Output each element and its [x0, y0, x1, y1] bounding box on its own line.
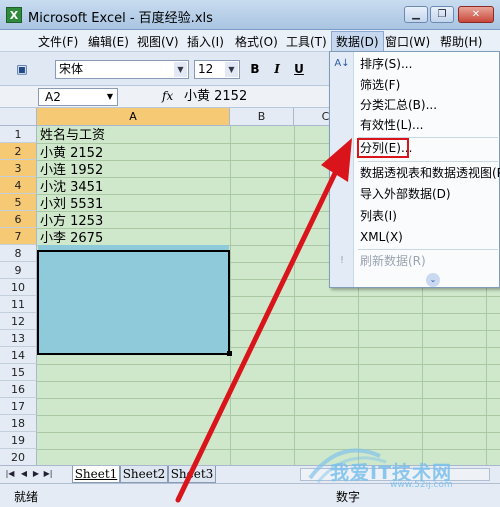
row-header[interactable]: 7 — [0, 228, 37, 245]
highlight-box — [357, 138, 409, 158]
selection-border — [37, 250, 230, 355]
cell-a6[interactable]: 小方 1253 — [40, 213, 103, 230]
menu-item-pivot-table[interactable]: 数据透视表和数据透视图(P)... — [360, 163, 500, 183]
gridline — [230, 126, 231, 465]
row-header[interactable]: 13 — [0, 330, 37, 347]
column-header-a[interactable]: A — [37, 108, 230, 126]
sheet-tab-1[interactable]: Sheet1 — [72, 466, 120, 483]
row-header[interactable]: 1 — [0, 126, 37, 143]
menu-bar: 文件(F) 编辑(E) 视图(V) 插入(I) 格式(O) 工具(T) 数据(D… — [0, 30, 500, 52]
first-sheet-icon[interactable]: |◀ — [4, 469, 16, 478]
menu-item-xml[interactable]: XML(X) — [360, 227, 403, 247]
row-header[interactable]: 10 — [0, 279, 37, 296]
double-chevron-down-icon[interactable]: ⌄ — [426, 273, 440, 287]
menu-data[interactable]: 数据(D) — [331, 31, 384, 52]
menu-separator — [358, 161, 498, 162]
gridline — [37, 432, 500, 433]
last-sheet-icon[interactable]: ▶| — [42, 469, 54, 478]
gridline — [37, 398, 500, 399]
menu-edit[interactable]: 编辑(E) — [88, 33, 129, 50]
window-title: Microsoft Excel - 百度经验.xls — [28, 11, 213, 26]
column-header-b[interactable]: B — [230, 108, 294, 126]
menu-format[interactable]: 格式(O) — [235, 33, 278, 50]
formula-input[interactable]: 小黄 2152 — [180, 88, 330, 106]
row-header[interactable]: 15 — [0, 364, 37, 381]
menu-item-list[interactable]: 列表(I) — [360, 206, 397, 226]
pivot-table-icon: ▦ — [337, 167, 347, 178]
font-size-value: 12 — [198, 62, 214, 76]
close-button[interactable]: ✕ — [458, 6, 494, 23]
fill-handle[interactable] — [227, 351, 232, 356]
sort-icon: A↓ — [334, 58, 350, 69]
cell-a5[interactable]: 小刘 5531 — [40, 196, 103, 213]
chevron-down-icon[interactable]: ▼ — [225, 62, 238, 77]
row-header[interactable]: 16 — [0, 381, 37, 398]
gridline — [37, 364, 500, 365]
menu-tools[interactable]: 工具(T) — [286, 33, 327, 50]
cell-a3[interactable]: 小连 1952 — [40, 162, 103, 179]
font-size-combo[interactable]: 12 ▼ — [194, 60, 240, 79]
font-name-combo[interactable]: 宋体 ▼ — [55, 60, 189, 79]
font-name-value: 宋体 — [59, 62, 84, 76]
row-header[interactable]: 2 — [0, 143, 37, 160]
row-header[interactable]: 9 — [0, 262, 37, 279]
underline-button[interactable]: U — [290, 61, 308, 78]
menu-item-import-external[interactable]: 导入外部数据(D) — [360, 184, 451, 204]
menu-view[interactable]: 视图(V) — [137, 33, 179, 50]
chevron-down-icon[interactable]: ▼ — [174, 62, 187, 77]
row-header[interactable]: 5 — [0, 194, 37, 211]
title-bar: X Microsoft Excel - 百度经验.xls ▁ ❐ ✕ — [0, 0, 500, 30]
gridline — [37, 415, 500, 416]
menu-item-subtotal[interactable]: 分类汇总(B)... — [360, 95, 437, 115]
row-header[interactable]: 20 — [0, 449, 37, 465]
cell-a4[interactable]: 小沈 3451 — [40, 179, 103, 196]
cell-a1[interactable]: 姓名与工资 — [40, 127, 105, 144]
save-icon[interactable]: ▣ — [14, 61, 30, 77]
menu-help[interactable]: 帮助(H) — [440, 33, 482, 50]
menu-item-filter[interactable]: 筛选(F) — [360, 75, 400, 95]
row-header[interactable]: 17 — [0, 398, 37, 415]
refresh-icon: ! — [339, 255, 344, 266]
row-header[interactable]: 4 — [0, 177, 37, 194]
menu-separator — [358, 249, 498, 250]
status-ready: 就绪 — [14, 490, 39, 504]
minimize-button[interactable]: ▁ — [404, 6, 428, 23]
bold-button[interactable]: B — [246, 61, 264, 78]
prev-sheet-icon[interactable]: ◀ — [18, 469, 30, 478]
sheet-tab-3[interactable]: Sheet3 — [168, 466, 216, 483]
menu-item-sort[interactable]: 排序(S)... — [360, 54, 412, 74]
row-header[interactable]: 18 — [0, 415, 37, 432]
row-header[interactable]: 12 — [0, 313, 37, 330]
data-menu-dropdown: A↓ 排序(S)... 筛选(F) 分类汇总(B)... 有效性(L)... 分… — [329, 51, 500, 288]
menu-item-validation[interactable]: 有效性(L)... — [360, 115, 424, 135]
excel-app-icon: X — [6, 7, 22, 23]
menu-item-refresh: 刷新数据(R) — [360, 254, 426, 268]
italic-button[interactable]: I — [268, 61, 286, 78]
row-header[interactable]: 3 — [0, 160, 37, 177]
select-all-corner[interactable] — [0, 108, 37, 126]
next-sheet-icon[interactable]: ▶ — [30, 469, 42, 478]
gridline — [37, 381, 500, 382]
row-header[interactable]: 11 — [0, 296, 37, 313]
restore-button[interactable]: ❐ — [430, 6, 454, 23]
menu-window[interactable]: 窗口(W) — [385, 33, 430, 50]
name-box[interactable]: A2 ▼ — [38, 88, 118, 106]
fx-icon[interactable]: fx — [162, 89, 173, 103]
cell-a2[interactable]: 小黄 2152 — [40, 145, 103, 162]
chevron-down-icon[interactable]: ▼ — [104, 90, 116, 104]
sheet-tab-2[interactable]: Sheet2 — [120, 466, 168, 483]
row-header[interactable]: 6 — [0, 211, 37, 228]
watermark-url: www.52ij.com — [390, 480, 453, 490]
name-box-value: A2 — [45, 90, 61, 104]
menu-file[interactable]: 文件(F) — [38, 33, 78, 50]
row-header[interactable]: 8 — [0, 245, 37, 262]
row-header[interactable]: 19 — [0, 432, 37, 449]
menu-insert[interactable]: 插入(I) — [187, 33, 224, 50]
gridline — [294, 126, 295, 465]
status-num-lock: 数字 — [336, 490, 361, 504]
cell-a7[interactable]: 小李 2675 — [40, 230, 103, 247]
row-header[interactable]: 14 — [0, 347, 37, 364]
